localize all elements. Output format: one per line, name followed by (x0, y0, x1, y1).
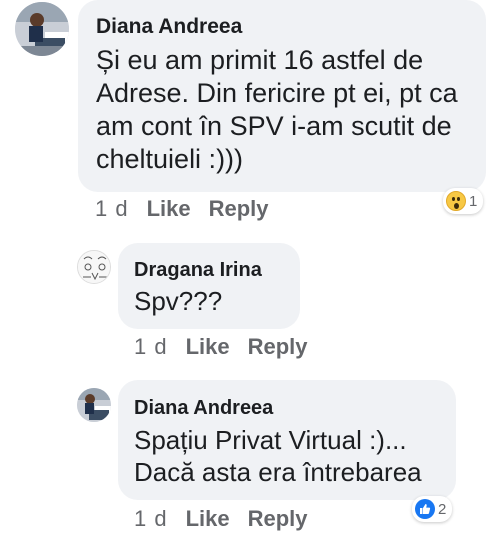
reaction-count: 2 (438, 500, 447, 518)
comment-text: Și eu am primit 16 astfel de Adrese. Din… (96, 45, 458, 174)
reaction-summary[interactable]: 2 (412, 496, 453, 522)
avatar-photo-icon (15, 2, 69, 56)
reaction-summary[interactable]: 1 (443, 188, 484, 214)
reply-button[interactable]: Reply (248, 506, 308, 532)
comment-author[interactable]: Dragana Irina (134, 259, 262, 282)
comment-author[interactable]: Diana Andreea (134, 397, 273, 420)
avatar[interactable] (77, 250, 111, 284)
like-button[interactable]: Like (186, 506, 230, 532)
comment-actions: 1 d Like Reply (134, 334, 326, 360)
like-button[interactable]: Like (186, 334, 230, 360)
wow-reaction-icon (446, 191, 466, 211)
comment-text: Spațiu Privat Virtual :)... Dacă asta er… (134, 425, 422, 487)
like-reaction-icon (415, 499, 435, 519)
comment-text: Spv??? (134, 286, 223, 316)
comment-timestamp[interactable]: 1 d (95, 196, 129, 222)
comment-author[interactable]: Diana Andreea (96, 15, 242, 39)
like-button[interactable]: Like (147, 196, 191, 222)
reaction-count: 1 (469, 192, 478, 210)
comment-actions: 1 d Like Reply (95, 196, 287, 222)
avatar-photo-icon (77, 388, 111, 422)
avatar-drawing-icon (78, 251, 110, 283)
thumbs-up-icon (420, 504, 431, 514)
comment-timestamp[interactable]: 1 d (134, 334, 168, 360)
avatar[interactable] (77, 388, 111, 422)
avatar[interactable] (15, 2, 69, 56)
reply-button[interactable]: Reply (209, 196, 269, 222)
comment-actions: 1 d Like Reply (134, 506, 326, 532)
comment-thread: Diana Andreea Și eu am primit 16 astfel … (0, 0, 500, 540)
reply-button[interactable]: Reply (248, 334, 308, 360)
comment-timestamp[interactable]: 1 d (134, 506, 168, 532)
